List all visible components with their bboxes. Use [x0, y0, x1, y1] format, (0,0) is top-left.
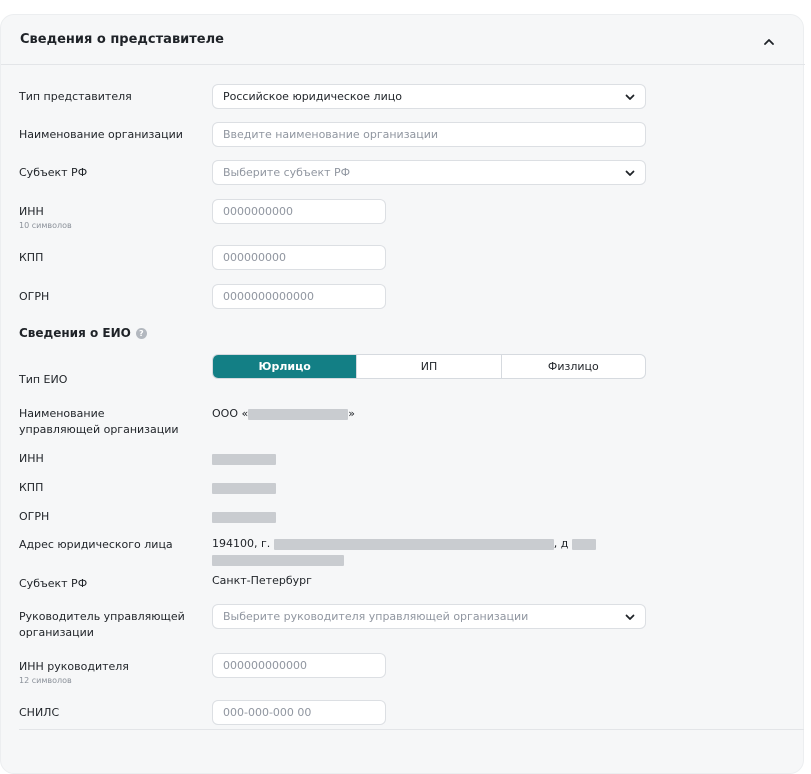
rep-ogrn-label: ОГРН — [19, 290, 50, 303]
redacted-text — [273, 538, 554, 550]
snils-label: СНИЛС — [19, 706, 60, 719]
rep-kpp-label: КПП — [19, 251, 44, 264]
eio-subject-value: Санкт-Петербург — [212, 574, 312, 587]
eio-kpp-label: КПП — [19, 481, 44, 494]
head-label: Руководитель управляющей организации — [19, 610, 185, 639]
section-header[interactable]: Сведения о представителе — [1, 15, 805, 65]
eio-inn-value — [212, 451, 276, 467]
head-placeholder: Выберите руководителя управляющей органи… — [223, 610, 529, 623]
chevron-down-icon — [625, 94, 635, 100]
address-value: 194100, г. , д — [212, 536, 642, 568]
org-name-label: Наименование организации — [19, 128, 183, 141]
eio-type-label: Тип ЕИО — [19, 373, 68, 386]
chevron-down-icon — [625, 170, 635, 176]
redacted-text — [212, 453, 276, 465]
rep-type-value: Российское юридическое лицо — [223, 90, 402, 103]
mgmt-org-suffix: » — [348, 407, 355, 420]
address-mid: , д — [553, 537, 569, 550]
mgmt-org-value: ООО « » — [212, 406, 355, 422]
eio-inn-label: ИНН — [19, 452, 44, 465]
snils-input[interactable] — [212, 700, 386, 725]
redacted-text — [571, 538, 596, 550]
rep-inn-hint: 10 символов — [19, 221, 72, 230]
org-name-input[interactable] — [212, 122, 646, 147]
mgmt-org-prefix: ООО « — [212, 407, 249, 420]
eio-ogrn-label: ОГРН — [19, 510, 50, 523]
rep-inn-input[interactable] — [212, 199, 386, 224]
eio-type-option-legal[interactable]: Юрлицо — [213, 355, 357, 378]
rep-subject-placeholder: Выберите субъект РФ — [223, 166, 351, 179]
eio-section-title: Сведения о ЕИО ? — [19, 326, 147, 340]
eio-type-option-ip[interactable]: ИП — [356, 355, 500, 378]
rep-type-select[interactable]: Российское юридическое лицо — [212, 84, 646, 109]
head-inn-input[interactable] — [212, 653, 386, 678]
head-select[interactable]: Выберите руководителя управляющей органи… — [212, 604, 646, 629]
address-prefix: 194100, г. — [212, 537, 271, 550]
mgmt-org-label: Наименование управляющей организации — [19, 407, 179, 436]
redacted-text — [212, 511, 276, 523]
rep-type-label: Тип представителя — [19, 90, 132, 103]
eio-ogrn-value — [212, 509, 276, 525]
rep-inn-label-block: ИНН 10 символов — [19, 204, 72, 231]
rep-inn-label: ИНН — [19, 205, 44, 218]
rep-subject-select[interactable]: Выберите субъект РФ — [212, 160, 646, 185]
head-inn-label: ИНН руководителя — [19, 660, 129, 673]
chevron-down-icon — [625, 614, 635, 620]
redacted-text — [212, 554, 344, 566]
head-inn-label-block: ИНН руководителя 12 символов — [19, 659, 129, 686]
divider — [19, 729, 804, 730]
address-label: Адрес юридического лица — [19, 538, 173, 551]
chevron-up-icon[interactable] — [759, 32, 779, 50]
eio-type-option-individual[interactable]: Физлицо — [500, 355, 645, 378]
eio-subject-label: Субъект РФ — [19, 577, 88, 590]
eio-title-text: Сведения о ЕИО — [19, 326, 131, 340]
help-icon[interactable]: ? — [135, 327, 147, 339]
head-inn-hint: 12 символов — [19, 676, 72, 685]
rep-kpp-input[interactable] — [212, 245, 386, 270]
redacted-text — [248, 408, 349, 420]
redacted-text — [212, 482, 276, 494]
eio-kpp-value — [212, 480, 276, 496]
rep-ogrn-input[interactable] — [212, 284, 386, 309]
eio-type-segmented: Юрлицо ИП Физлицо — [212, 354, 646, 379]
rep-subject-label: Субъект РФ — [19, 166, 88, 179]
section-title: Сведения о представителе — [20, 32, 224, 47]
